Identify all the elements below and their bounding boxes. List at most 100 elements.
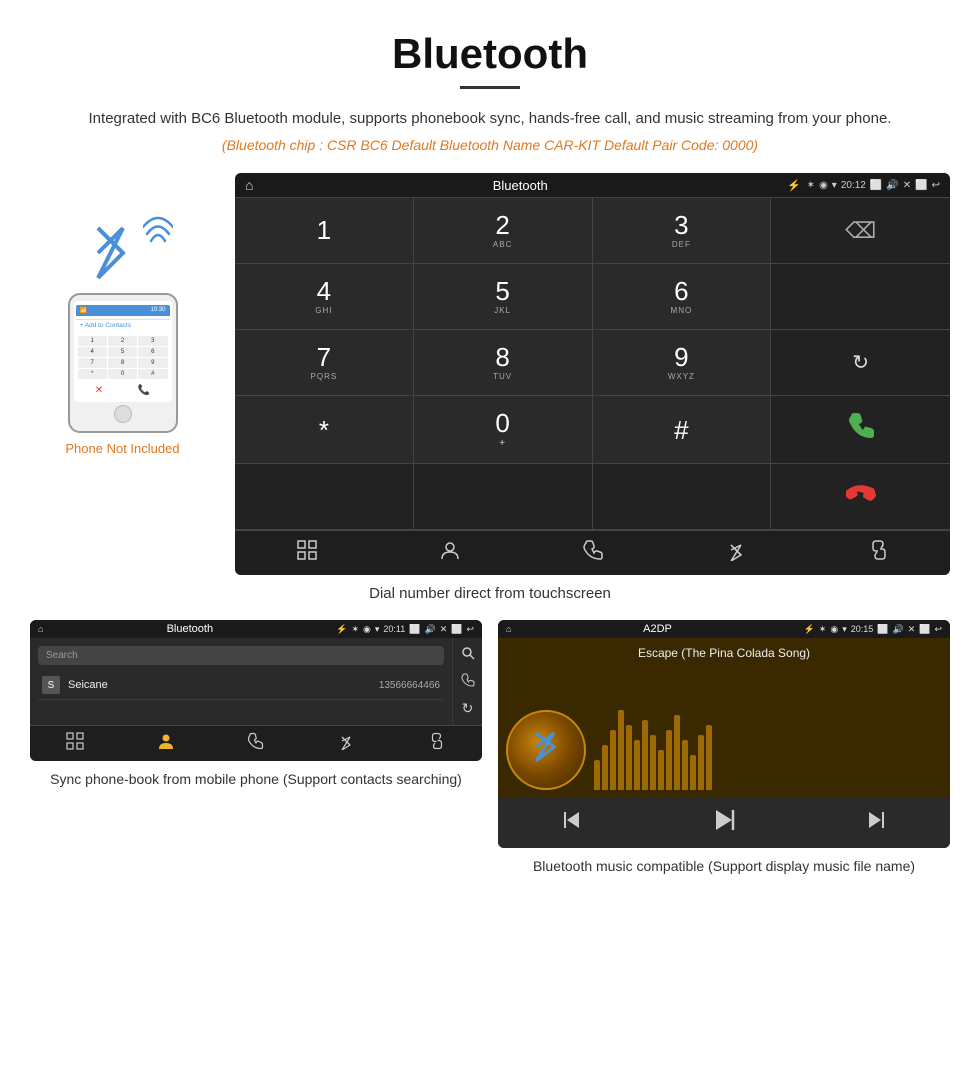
key-hash-num: # <box>674 417 688 443</box>
pb-contact-row[interactable]: S Seicane 13566664466 <box>38 671 444 700</box>
close-icon[interactable]: ✕ <box>903 180 911 191</box>
key-9[interactable]: 9 WXYZ <box>593 330 772 396</box>
phone-home-button <box>114 405 132 423</box>
phone-illustration: 📶10:30 + Add to Contacts 1 2 3 4 5 6 7 8… <box>30 173 215 456</box>
phone-bottom-bar: ✕ 📞 <box>76 381 170 398</box>
pb-nav-link-icon[interactable] <box>428 732 446 755</box>
key-hash[interactable]: # <box>593 396 772 464</box>
music-signal-icon: ▾ <box>842 624 847 635</box>
pb-time: 20:11 <box>383 624 405 634</box>
key-call-red-cell[interactable] <box>771 464 950 530</box>
eq-bar <box>690 755 696 790</box>
pb-usb-icon: ⚡ <box>336 624 347 635</box>
pb-nav-phone-icon[interactable] <box>247 732 265 755</box>
nav-grid-icon[interactable] <box>296 539 318 567</box>
pb-signal-icon: ▾ <box>375 624 380 635</box>
home-icon[interactable]: ⌂ <box>245 177 253 193</box>
music-play-pause-icon[interactable] <box>710 806 738 840</box>
main-section: 📶10:30 + Add to Contacts 1 2 3 4 5 6 7 8… <box>0 173 980 575</box>
key-6-sub: MNO <box>671 306 693 315</box>
music-close-icon[interactable]: ✕ <box>908 624 916 635</box>
bt-info-text: (Bluetooth chip : CSR BC6 Default Blueto… <box>0 137 980 153</box>
key-backspace[interactable]: ⌫ <box>771 198 950 264</box>
phone-not-included-label: Phone Not Included <box>65 441 179 456</box>
key-2[interactable]: 2 ABC <box>414 198 593 264</box>
key-call-green-cell[interactable] <box>771 396 950 464</box>
key-4-num: 4 <box>317 278 331 304</box>
pb-nav-bluetooth-icon[interactable] <box>337 732 355 755</box>
pb-cam-icon: ⬜ <box>409 624 420 635</box>
music-song-title: Escape (The Pina Colada Song) <box>498 638 950 664</box>
key-0-sub: + <box>499 438 506 449</box>
bluetooth-status-icon: ✶ <box>807 180 815 191</box>
key-5[interactable]: 5 JKL <box>414 264 593 330</box>
pb-back-icon[interactable]: ↩ <box>466 624 474 635</box>
key-star[interactable]: * <box>235 396 414 464</box>
phone-add-contact-label: + Add to Contacts <box>76 319 170 331</box>
nav-contacts-icon[interactable] <box>439 539 461 567</box>
music-back-icon[interactable]: ↩ <box>934 624 942 635</box>
eq-bar <box>658 750 664 790</box>
volume-icon: 🔊 <box>886 180 898 191</box>
pb-nav-person-icon[interactable] <box>157 732 175 755</box>
phone-key-6: 6 <box>138 347 167 357</box>
eq-bar <box>594 760 600 790</box>
bottom-screenshots: ⌂ Bluetooth ⚡ ✶ ◉ ▾ 20:11 ⬜ 🔊 ✕ ⬜ ↩ Sear… <box>0 620 980 877</box>
nav-phone-icon[interactable] <box>582 539 604 567</box>
key-8[interactable]: 8 TUV <box>414 330 593 396</box>
key-1[interactable]: 1 <box>235 198 414 264</box>
nav-bluetooth-icon[interactable] <box>725 539 747 567</box>
key-empty-r2 <box>771 264 950 330</box>
phonebook-caption: Sync phone-book from mobile phone (Suppo… <box>50 769 462 790</box>
key-star-num: * <box>319 417 329 443</box>
key-3[interactable]: 3 DEF <box>593 198 772 264</box>
pb-search-side-icon[interactable] <box>461 646 475 663</box>
refresh-icon: ↻ <box>852 350 869 375</box>
music-next-icon[interactable] <box>865 809 887 837</box>
music-section: ⌂ A2DP ⚡ ✶ ◉ ▾ 20:15 ⬜ 🔊 ✕ ⬜ ↩ Escape (T… <box>498 620 950 877</box>
pb-home-icon[interactable]: ⌂ <box>38 624 43 634</box>
pb-refresh-side-icon[interactable]: ↻ <box>462 700 474 717</box>
phonebook-screen: ⌂ Bluetooth ⚡ ✶ ◉ ▾ 20:11 ⬜ 🔊 ✕ ⬜ ↩ Sear… <box>30 620 482 761</box>
pb-search-field[interactable]: Search <box>38 646 444 665</box>
music-home-icon[interactable]: ⌂ <box>506 624 511 634</box>
pb-contact-name: Seicane <box>68 679 371 691</box>
key-4-sub: GHI <box>315 306 332 315</box>
eq-bar <box>706 725 712 790</box>
phone-key-2: 2 <box>108 336 137 346</box>
pb-close-icon[interactable]: ✕ <box>440 624 448 635</box>
nav-link-icon[interactable] <box>868 539 890 567</box>
key-5-num: 5 <box>495 278 509 304</box>
pb-content: Search S Seicane 13566664466 <box>30 638 482 725</box>
music-screen: ⌂ A2DP ⚡ ✶ ◉ ▾ 20:15 ⬜ 🔊 ✕ ⬜ ↩ Escape (T… <box>498 620 950 848</box>
key-empty-r5-2 <box>414 464 593 530</box>
camera-icon: ⬜ <box>870 180 882 191</box>
dial-caption: Dial number direct from touchscreen <box>0 585 980 602</box>
eq-bar <box>626 725 632 790</box>
music-usb-icon: ⚡ <box>804 624 815 635</box>
key-6[interactable]: 6 MNO <box>593 264 772 330</box>
music-statusbar: ⌂ A2DP ⚡ ✶ ◉ ▾ 20:15 ⬜ 🔊 ✕ ⬜ ↩ <box>498 620 950 638</box>
key-refresh[interactable]: ↻ <box>771 330 950 396</box>
pb-call-side-icon[interactable] <box>461 673 475 690</box>
pb-nav-grid-icon[interactable] <box>66 732 84 755</box>
music-bt-icon: ✶ <box>819 624 827 635</box>
eq-bar <box>602 745 608 790</box>
call-green-icon <box>846 411 876 448</box>
key-0[interactable]: 0 + <box>414 396 593 464</box>
key-7[interactable]: 7 PQRS <box>235 330 414 396</box>
music-prev-icon[interactable] <box>561 809 583 837</box>
pb-loc-icon: ◉ <box>363 624 371 635</box>
key-4[interactable]: 4 GHI <box>235 264 414 330</box>
statusbar-title: Bluetooth <box>259 178 781 193</box>
phone-key-7: 7 <box>78 358 107 368</box>
pb-bt-icon: ✶ <box>351 624 359 635</box>
equalizer-bars <box>594 720 942 790</box>
phone-key-0: 0 <box>108 369 137 379</box>
back-icon[interactable]: ↩ <box>932 180 940 191</box>
phone-mockup: 📶10:30 + Add to Contacts 1 2 3 4 5 6 7 8… <box>68 293 178 433</box>
key-3-sub: DEF <box>672 240 691 249</box>
album-art <box>506 710 586 790</box>
music-title: A2DP <box>515 623 799 635</box>
key-5-sub: JKL <box>494 306 511 315</box>
